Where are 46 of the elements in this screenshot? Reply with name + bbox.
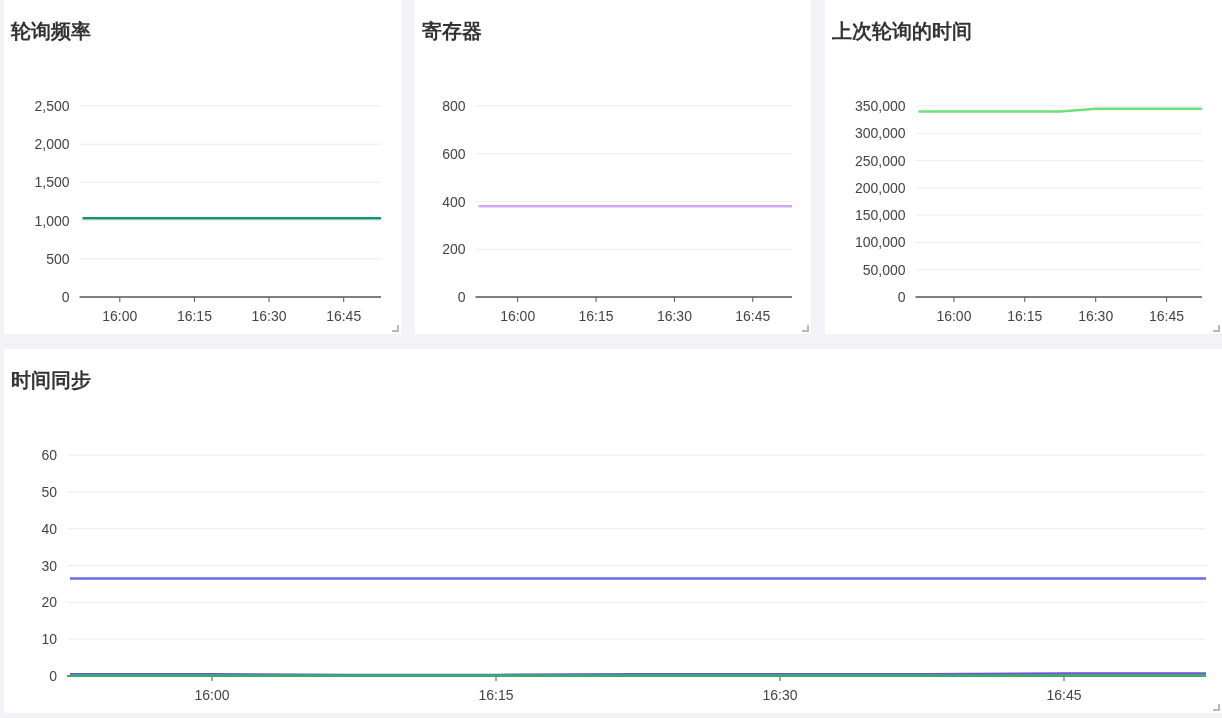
axis-label: 350,000 (855, 98, 906, 114)
axis-label: 200,000 (855, 179, 906, 196)
axis-label: 50 (41, 483, 57, 500)
axis-label: 16:15 (176, 308, 212, 324)
axis-label: 200 (441, 241, 466, 258)
axis-label: 500 (46, 250, 70, 267)
axis-label: 16:15 (478, 687, 514, 703)
axis-label: 1,500 (34, 174, 70, 191)
axis-label: 16:45 (734, 308, 770, 324)
axis-label: 16:00 (499, 308, 535, 324)
axis-label: 16:00 (936, 308, 972, 324)
axis-label: 16:45 (1149, 308, 1185, 324)
axis-label: 16:00 (194, 687, 230, 703)
panel-title: 寄存器 (420, 19, 483, 44)
axis-label: 16:45 (1046, 687, 1082, 703)
axis-label: 300,000 (855, 125, 906, 142)
axis-label: 30 (41, 557, 57, 574)
axis-label: 400 (441, 193, 466, 210)
axis-label: 250,000 (855, 152, 906, 169)
axis-label: 20 (41, 594, 57, 611)
panel-title: 上次轮询的时间 (831, 19, 974, 44)
axis-label: 0 (61, 289, 70, 305)
axis-label: 100,000 (855, 234, 906, 251)
axis-label: 16:30 (251, 308, 287, 324)
panel-title: 时间同步 (10, 368, 92, 393)
axis-label: 16:30 (1078, 308, 1114, 324)
axis-label: 16:30 (762, 687, 798, 703)
axis-label: 50,000 (863, 261, 906, 278)
axis-label: 40 (41, 520, 57, 537)
axis-label: 16:15 (578, 308, 614, 324)
axis-label: 0 (898, 289, 906, 305)
axis-label: 16:30 (656, 308, 692, 324)
axis-label: 1,000 (34, 212, 70, 229)
axis-label: 150,000 (855, 207, 906, 224)
axis-label: 16:45 (326, 308, 362, 324)
axis-label: 60 (41, 447, 57, 463)
axis-label: 16:15 (1007, 308, 1043, 324)
axis-label: 800 (441, 98, 466, 114)
axis-label: 2,000 (34, 136, 70, 153)
axis-label: 10 (41, 631, 57, 648)
axis-label: 0 (49, 668, 57, 684)
axis-label: 600 (441, 145, 466, 162)
axis-label: 0 (457, 289, 466, 305)
axis-label: 2,500 (34, 98, 70, 114)
panel-title: 轮询频率 (9, 19, 92, 44)
axis-label: 16:00 (102, 308, 138, 324)
